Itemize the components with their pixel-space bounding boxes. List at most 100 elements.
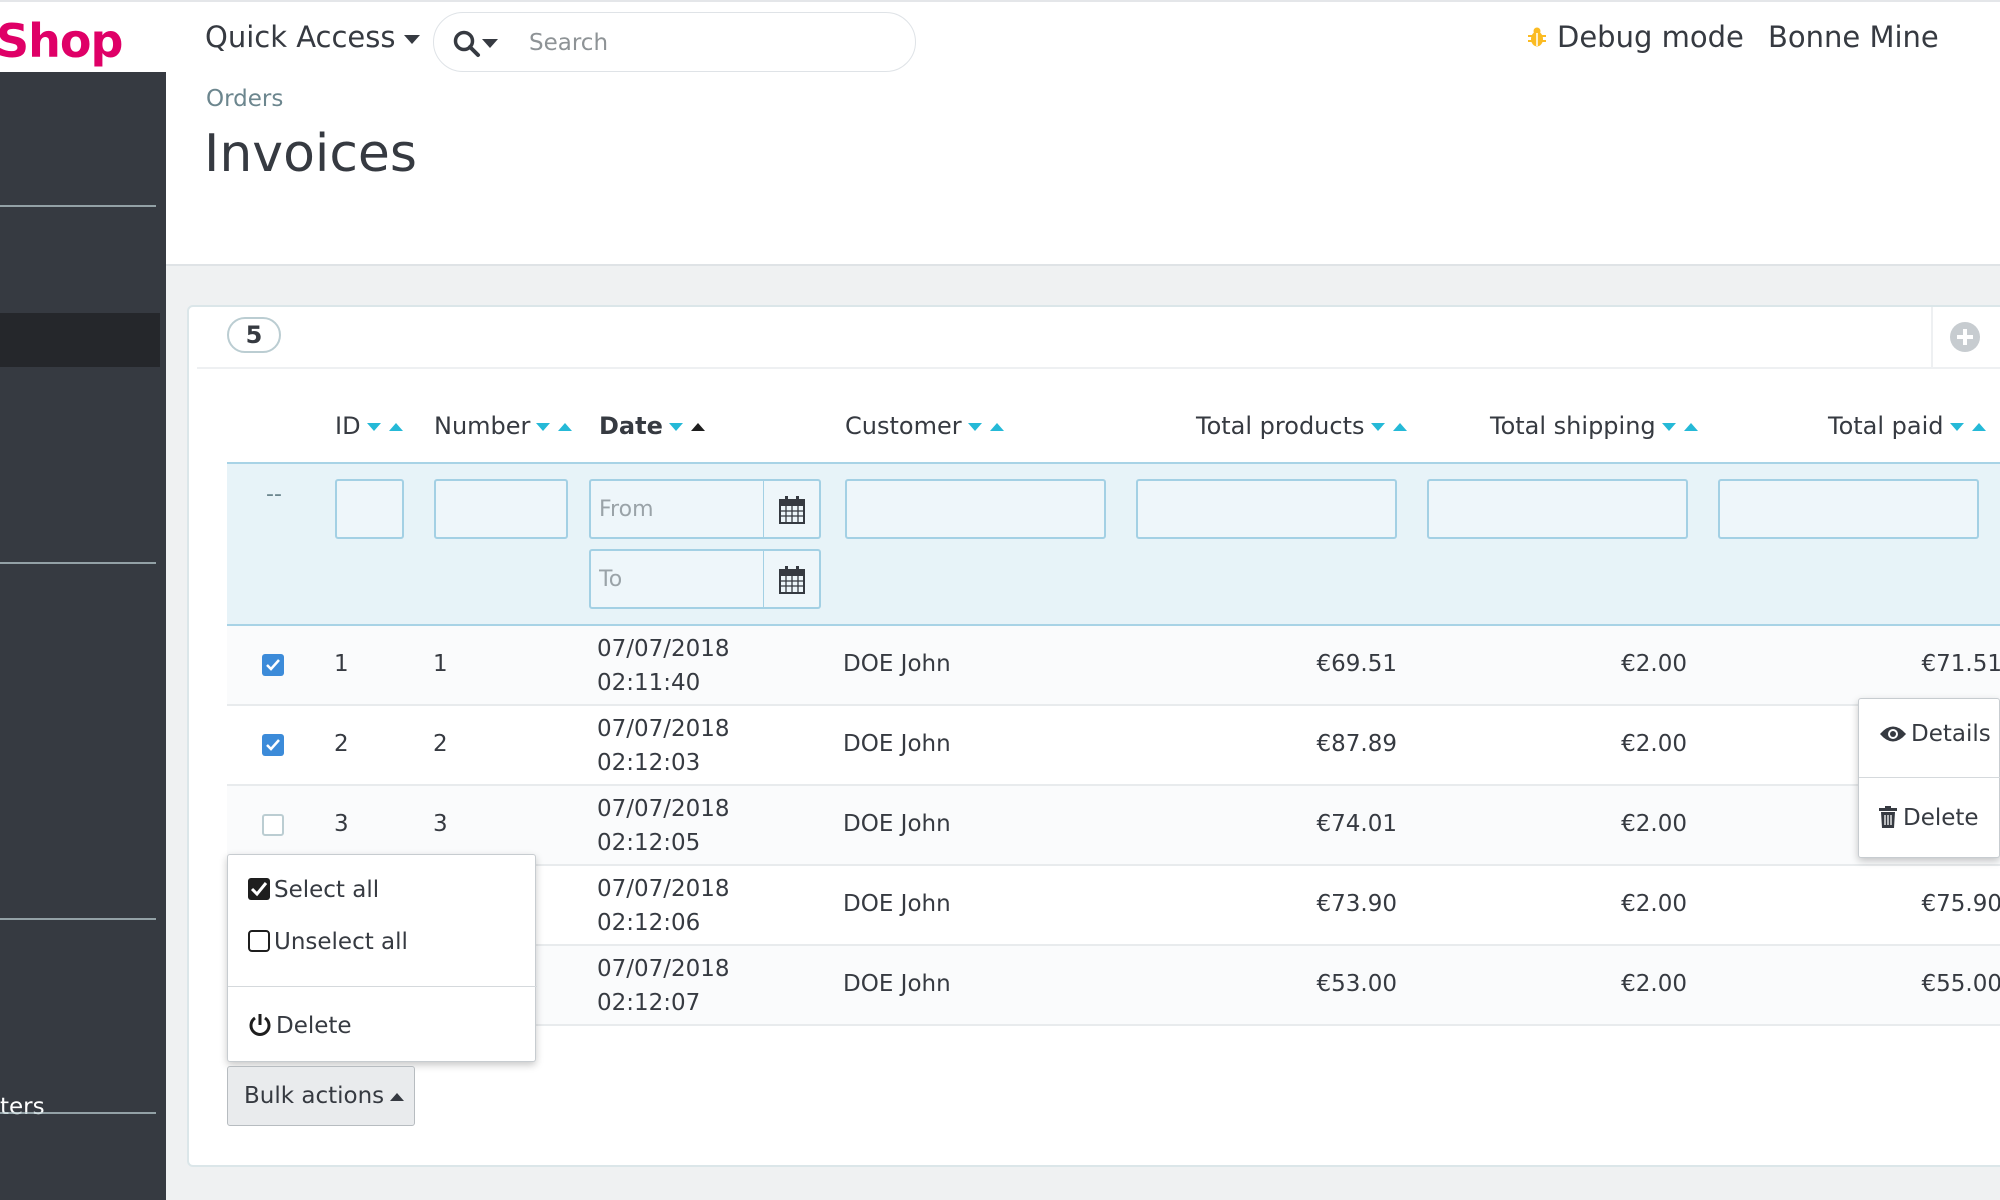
bulk-actions-menu: Select all Unselect all Delete xyxy=(227,854,537,1062)
record-count-badge: 5 xyxy=(227,317,281,353)
checked-square-icon xyxy=(248,878,270,900)
cell-date-time: 02:12:05 xyxy=(597,830,701,856)
menu-item-details[interactable]: Details xyxy=(1879,721,1991,747)
column-header-label: Total shipping xyxy=(1490,412,1656,440)
cell-date-day: 07/07/2018 xyxy=(597,716,730,742)
column-header-label: Total paid xyxy=(1828,412,1944,440)
sidebar-divider xyxy=(0,562,156,564)
filter-id-input[interactable] xyxy=(335,479,404,539)
cell-total-products: €69.51 xyxy=(1316,651,1397,677)
sort-arrows-icon[interactable] xyxy=(534,421,574,433)
column-header-total-shipping[interactable]: Total shipping xyxy=(1490,412,1700,440)
cell-total-products: €74.01 xyxy=(1316,811,1397,837)
filter-customer-input[interactable] xyxy=(845,479,1106,539)
cell-date: 07/07/2018 02:11:40 xyxy=(597,632,730,700)
row-checkbox[interactable] xyxy=(262,654,284,676)
column-header-id[interactable]: ID xyxy=(335,412,405,440)
cell-customer: DOE John xyxy=(843,811,951,837)
sort-arrows-icon[interactable] xyxy=(1369,421,1409,433)
table-row[interactable]: 1 1 07/07/2018 02:11:40 DOE John €69.51 €… xyxy=(227,626,2000,706)
column-header-date[interactable]: Date xyxy=(599,412,707,440)
cell-date-time: 02:12:03 xyxy=(597,750,701,776)
sidebar-item-active[interactable] xyxy=(0,313,160,367)
sidebar-divider xyxy=(0,918,156,920)
table-row[interactable]: 2 2 07/07/2018 02:12:03 DOE John €87.89 €… xyxy=(227,706,2000,786)
filter-total-shipping-input[interactable] xyxy=(1427,479,1688,539)
shop-logo[interactable]: Shop xyxy=(0,14,123,68)
sidebar-divider xyxy=(0,205,156,207)
panel-heading: 5 xyxy=(197,307,2000,369)
menu-item-delete[interactable]: Delete xyxy=(1879,805,1979,831)
cell-total-shipping: €2.00 xyxy=(1621,651,1687,677)
debug-mode-indicator[interactable]: Debug mode xyxy=(1527,20,1744,54)
filter-total-products-input[interactable] xyxy=(1136,479,1397,539)
row-checkbox[interactable] xyxy=(262,814,284,836)
row-actions-menu: Details Delete xyxy=(1858,698,2000,858)
column-header-label: Customer xyxy=(845,412,962,440)
column-header-customer[interactable]: Customer xyxy=(845,412,1006,440)
row-checkbox[interactable] xyxy=(262,734,284,756)
sort-arrows-icon[interactable] xyxy=(966,421,1006,433)
trash-icon xyxy=(1879,806,1897,828)
cell-customer: DOE John xyxy=(843,971,951,997)
cell-number: 3 xyxy=(433,811,448,837)
column-header-total-paid[interactable]: Total paid xyxy=(1828,412,1988,440)
filter-number-input[interactable] xyxy=(434,479,568,539)
caret-down-icon xyxy=(403,34,420,44)
breadcrumb[interactable]: Orders xyxy=(206,86,283,112)
sort-arrows-icon[interactable] xyxy=(667,421,707,433)
menu-item-select-all[interactable]: Select all xyxy=(248,877,379,903)
menu-item-bulk-delete[interactable]: Delete xyxy=(248,1013,352,1039)
cell-total-products: €73.90 xyxy=(1316,891,1397,917)
search-input[interactable] xyxy=(529,25,889,61)
bug-icon xyxy=(1528,27,1546,47)
cell-total-paid: €71.51 xyxy=(1921,651,2000,677)
search-bar xyxy=(433,12,916,72)
filter-date-to-input[interactable] xyxy=(589,549,765,609)
quick-access-dropdown[interactable]: Quick Access xyxy=(205,20,420,54)
cell-date-day: 07/07/2018 xyxy=(597,956,730,982)
bulk-actions-button[interactable]: Bulk actions xyxy=(227,1066,415,1126)
cell-total-products: €53.00 xyxy=(1316,971,1397,997)
cell-total-shipping: €2.00 xyxy=(1621,891,1687,917)
sort-arrows-icon[interactable] xyxy=(365,421,405,433)
cell-number: 2 xyxy=(433,731,448,757)
cell-customer: DOE John xyxy=(843,891,951,917)
date-from-calendar-button[interactable] xyxy=(763,479,821,539)
cell-date-time: 02:11:40 xyxy=(597,670,701,696)
filter-total-paid-input[interactable] xyxy=(1718,479,1979,539)
top-header: Shop Quick Access Debug mode Bonne Mine xyxy=(0,0,2000,72)
sidebar-item-label[interactable]: ters xyxy=(0,1094,45,1120)
menu-item-label: Delete xyxy=(1903,805,1979,831)
caret-up-icon xyxy=(390,1092,405,1101)
sort-arrows-icon[interactable] xyxy=(1948,421,1988,433)
shop-name-link[interactable]: Bonne Mine xyxy=(1768,20,1939,54)
cell-date-time: 02:12:06 xyxy=(597,910,701,936)
cell-total-paid: €75.90 xyxy=(1921,891,2000,917)
cell-number: 1 xyxy=(433,651,448,677)
column-header-label: ID xyxy=(335,412,361,440)
column-header-total-products[interactable]: Total products xyxy=(1196,412,1409,440)
cell-date: 07/07/2018 02:12:05 xyxy=(597,792,730,860)
search-type-caret-icon[interactable] xyxy=(482,39,498,48)
calendar-icon xyxy=(779,566,805,594)
column-header-label: Number xyxy=(434,412,531,440)
page-title: Invoices xyxy=(204,124,418,184)
filter-date-from-input[interactable] xyxy=(589,479,765,539)
column-header-number[interactable]: Number xyxy=(434,412,574,440)
cell-id: 2 xyxy=(334,731,349,757)
add-icon[interactable] xyxy=(1949,321,1981,353)
cell-total-products: €87.89 xyxy=(1316,731,1397,757)
menu-divider xyxy=(1859,777,2000,778)
search-icon[interactable] xyxy=(452,29,482,59)
cell-date: 07/07/2018 02:12:06 xyxy=(597,872,730,940)
cell-total-shipping: €2.00 xyxy=(1621,811,1687,837)
sort-arrows-icon[interactable] xyxy=(1660,421,1700,433)
cell-total-shipping: €2.00 xyxy=(1621,731,1687,757)
menu-item-label: Delete xyxy=(276,1013,352,1039)
cell-date: 07/07/2018 02:12:07 xyxy=(597,952,730,1020)
bulk-actions-label: Bulk actions xyxy=(244,1083,385,1109)
menu-item-unselect-all[interactable]: Unselect all xyxy=(248,929,408,955)
date-to-calendar-button[interactable] xyxy=(763,549,821,609)
cell-date-day: 07/07/2018 xyxy=(597,796,730,822)
